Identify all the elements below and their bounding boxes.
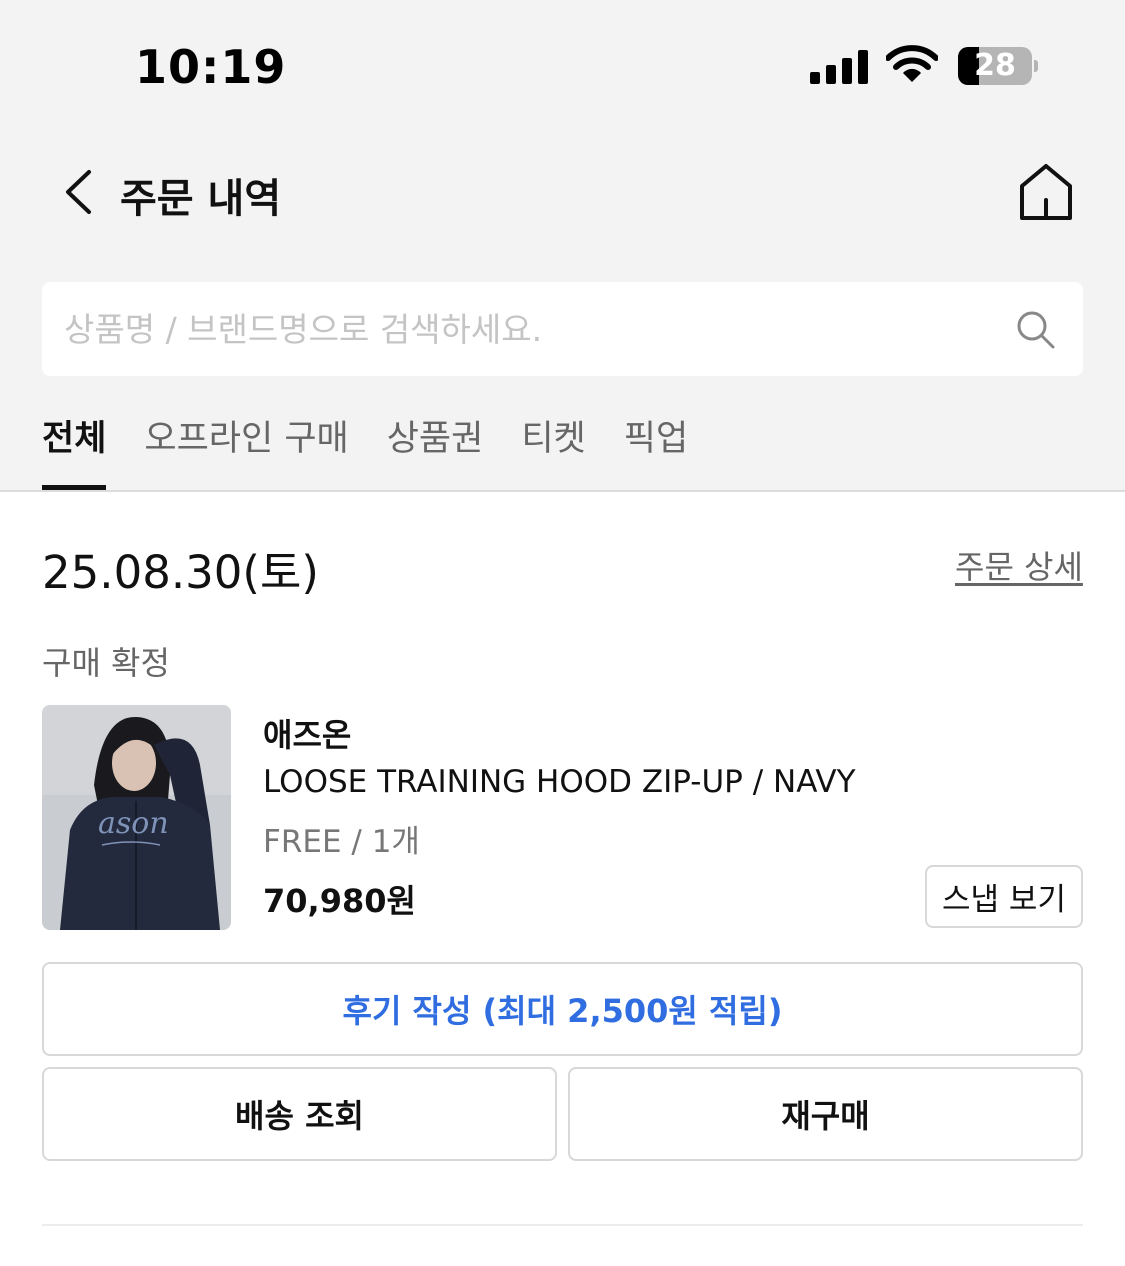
- order-type-tabs: 전체 오프라인 구매 상품권 티켓 픽업: [42, 408, 688, 490]
- hoodie-print: ason: [98, 806, 169, 841]
- status-time: 10:19: [135, 40, 287, 94]
- search-button[interactable]: [1012, 306, 1060, 354]
- product-image[interactable]: ason: [42, 705, 231, 930]
- page-title: 주문 내역: [120, 176, 282, 222]
- home-button[interactable]: [1012, 158, 1080, 226]
- product-price: 70,980원: [263, 882, 416, 920]
- tab-pickup[interactable]: 픽업: [624, 408, 688, 490]
- order-divider: [42, 1224, 1083, 1226]
- battery-indicator: 28: [958, 47, 1038, 85]
- rebuy-button[interactable]: 재구매: [568, 1067, 1083, 1161]
- tab-offline-purchase[interactable]: 오프라인 구매: [144, 408, 348, 490]
- search-box: [42, 282, 1083, 376]
- order-status: 구매 확정: [42, 644, 170, 682]
- product-brand: 애즈온: [263, 716, 352, 754]
- tabs-divider: [0, 490, 1125, 492]
- tab-all[interactable]: 전체: [42, 408, 107, 490]
- search-input[interactable]: [64, 282, 994, 376]
- cellular-signal-icon: [810, 50, 868, 84]
- order-date: 25.08.30(토): [42, 546, 319, 599]
- battery-tip: [1034, 60, 1038, 72]
- product-name[interactable]: LOOSE TRAINING HOOD ZIP-UP / NAVY: [263, 764, 856, 800]
- write-review-button[interactable]: 후기 작성 (최대 2,500원 적립): [42, 962, 1083, 1056]
- battery-level: 28: [974, 48, 1016, 83]
- back-button[interactable]: [48, 160, 108, 224]
- tab-gift-card[interactable]: 상품권: [387, 408, 484, 490]
- wifi-icon: [886, 45, 938, 82]
- battery-body: 28: [958, 47, 1032, 85]
- top-area: 10:19 28 주문 내역 상품명 / 브랜드명으로 검색하세요. 전체 오프…: [0, 0, 1125, 490]
- product-option: FREE / 1개: [263, 824, 420, 860]
- search-icon: [1017, 311, 1055, 349]
- track-delivery-button[interactable]: 배송 조회: [42, 1067, 557, 1161]
- product-photo: ason: [42, 705, 231, 930]
- tab-ticket[interactable]: 티켓: [521, 408, 585, 490]
- order-detail-link[interactable]: 주문 상세: [955, 542, 1083, 588]
- snap-view-button[interactable]: 스냅 보기: [925, 865, 1083, 928]
- home-icon: [1020, 164, 1072, 220]
- chevron-left-icon: [66, 170, 91, 214]
